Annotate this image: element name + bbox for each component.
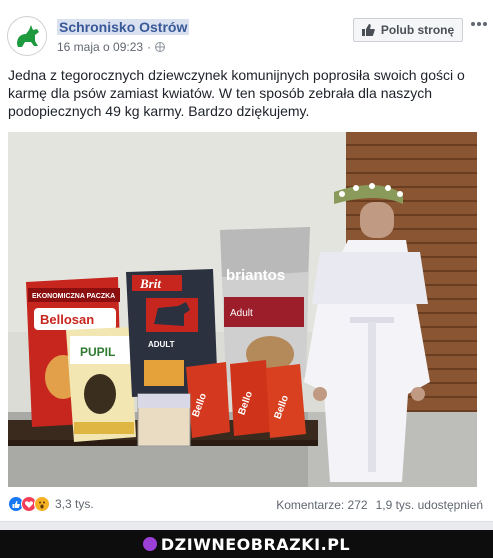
reactions-summary[interactable]: 3,3 tys. <box>8 496 94 512</box>
facebook-post: Schronisko Ostrów 16 maja o 09:23 · Polu… <box>0 0 493 522</box>
more-options-button[interactable] <box>469 16 489 32</box>
briantos-bag: briantos Adult <box>220 227 310 382</box>
post-meta: 16 maja o 09:23 · <box>57 40 166 54</box>
dot-icon <box>471 22 475 26</box>
dog-logo-icon <box>9 18 46 55</box>
dot-icon <box>477 22 481 26</box>
thumbs-up-icon <box>361 24 375 36</box>
wow-reaction-icon <box>34 496 50 512</box>
watermark-text: DZIWNEOBRAZKI.PL <box>160 534 351 554</box>
post-photo[interactable]: EKONOMICZNA PACZKA Bellosan PUPIL Brit A… <box>8 132 477 487</box>
photo-scene: EKONOMICZNA PACZKA Bellosan PUPIL Brit A… <box>8 132 477 487</box>
site-watermark: DZIWNEOBRAZKI.PL <box>0 530 493 558</box>
page-avatar[interactable] <box>7 16 47 56</box>
alien-logo-icon <box>142 537 157 551</box>
bellosan-label: Bellosan <box>40 312 94 327</box>
briantos-adult-label: Adult <box>230 308 253 319</box>
pupil-label: PUPIL <box>80 345 115 359</box>
reaction-count: 3,3 tys. <box>55 497 94 511</box>
comments-count-link[interactable]: Komentarze: 272 <box>276 498 367 512</box>
bellosan-banner: EKONOMICZNA PACZKA <box>32 293 115 300</box>
like-page-button[interactable]: Polub stronę <box>353 18 463 42</box>
post-text: Jedna z tegorocznych dziewczynek komunij… <box>8 67 465 119</box>
globe-icon <box>155 42 166 52</box>
post-stats: Komentarze: 272 1,9 tys. udostępnień <box>276 498 483 512</box>
meta-separator: · <box>147 40 152 54</box>
post-timestamp[interactable]: 16 maja o 09:23 <box>57 40 143 54</box>
like-page-label: Polub stronę <box>380 23 455 37</box>
briantos-label: briantos <box>226 267 285 284</box>
page-name-link[interactable]: Schronisko Ostrów <box>57 19 190 35</box>
dot-icon <box>483 22 487 26</box>
pupil-bag: PUPIL <box>66 327 136 442</box>
brit-label: Brit <box>139 276 161 291</box>
shares-count-link[interactable]: 1,9 tys. udostępnień <box>376 498 483 512</box>
brit-adult-label: ADULT <box>148 340 175 349</box>
